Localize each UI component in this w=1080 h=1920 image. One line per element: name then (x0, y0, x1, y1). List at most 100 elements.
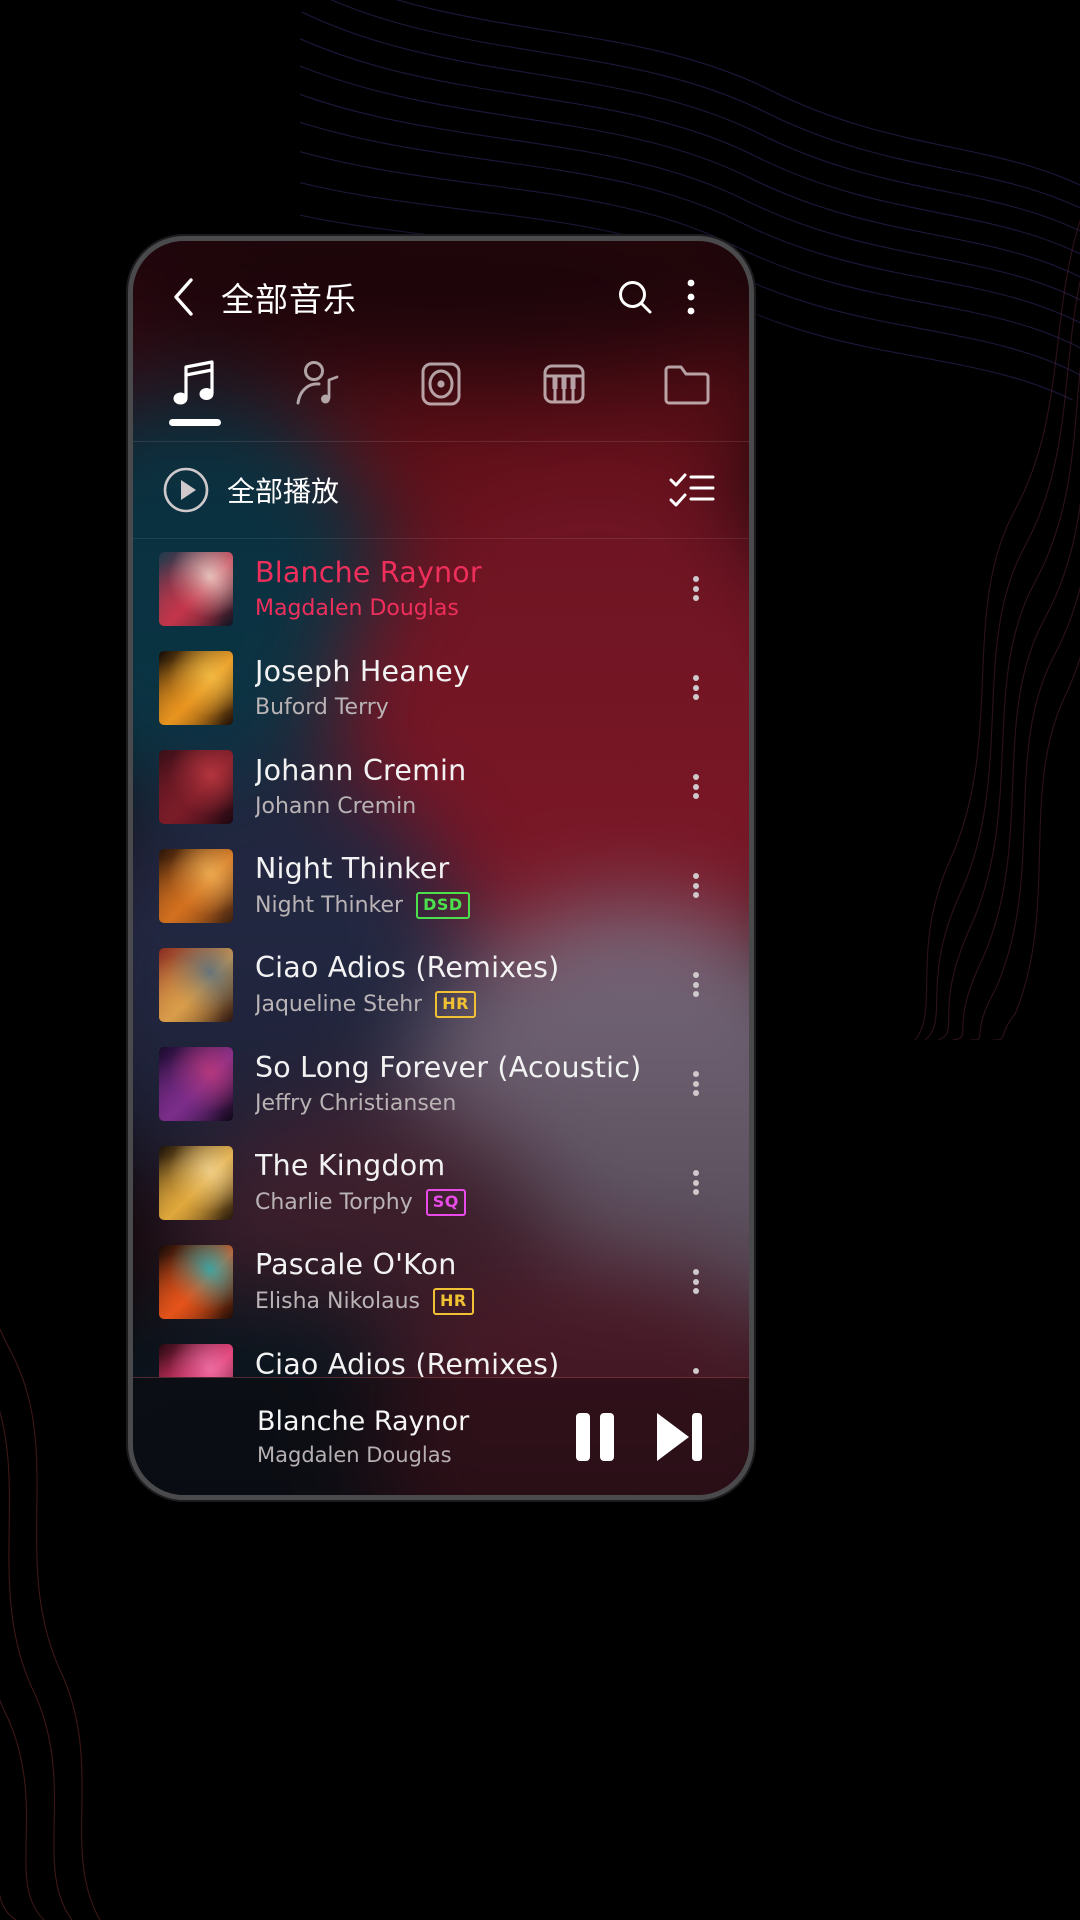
play-all-label: 全部播放 (227, 475, 340, 508)
track-title: Ciao Adios (Remixes) (255, 951, 560, 984)
track-artwork (159, 1244, 233, 1319)
track-title: Joseph Heaney (255, 655, 470, 688)
back-button[interactable] (161, 274, 207, 320)
track-artwork (159, 1343, 233, 1377)
track-subtitle-row: Charlie Torphy SQ (255, 1189, 669, 1216)
track-artist: Jeffry Christiansen (255, 1091, 457, 1116)
track-more-button[interactable] (669, 870, 723, 902)
track-row[interactable]: Ciao Adios (Remixes) Jaqueline Stehr HR (133, 935, 749, 1034)
checklist-icon (669, 473, 715, 507)
track-artwork (159, 650, 233, 725)
quality-badge: SQ (425, 1189, 466, 1216)
track-artist: Buford Terry (255, 695, 389, 720)
skip-next-icon (657, 1412, 702, 1461)
more-vertical-icon (693, 969, 699, 1001)
pause-icon (576, 1412, 614, 1461)
tab-indicator (415, 419, 467, 426)
now-playing-artist: Magdalen Douglas (257, 1443, 452, 1467)
track-more-button[interactable] (669, 1167, 723, 1199)
track-row[interactable]: Blanche Raynor Magdalen Douglas (133, 539, 749, 638)
track-more-button[interactable] (669, 1068, 723, 1100)
next-button[interactable] (637, 1395, 721, 1479)
track-title: Pascale O'Kon (255, 1248, 457, 1281)
page-title: 全部音乐 (221, 280, 357, 319)
track-artist: Night Thinker (255, 893, 404, 918)
track-artwork (159, 947, 233, 1022)
track-row[interactable]: Johann Cremin Johann Cremin (133, 737, 749, 836)
chevron-left-icon (174, 278, 193, 316)
search-button[interactable] (607, 269, 663, 325)
quality-badge: DSD (416, 892, 470, 919)
track-meta: Ciao Adios (Remixes)Willis Osinski (255, 1348, 669, 1377)
track-artwork (159, 1046, 233, 1121)
more-vertical-icon (693, 1167, 699, 1199)
track-subtitle-row: Johann Cremin (255, 794, 669, 819)
tab-artists[interactable] (256, 357, 379, 426)
folder-icon (661, 357, 713, 411)
track-row[interactable]: The Kingdom Charlie Torphy SQ (133, 1133, 749, 1232)
search-icon (619, 281, 652, 314)
tab-albums[interactable] (379, 357, 502, 426)
track-subtitle-row: Night Thinker DSD (255, 892, 669, 919)
track-title: The Kingdom (255, 1149, 446, 1182)
play-circle-icon (161, 465, 211, 515)
tab-indicator (661, 419, 713, 426)
track-title: Ciao Adios (Remixes) (255, 1348, 560, 1377)
multi-select-button[interactable] (665, 463, 719, 517)
track-subtitle-row: Buford Terry (255, 695, 669, 720)
now-playing-artwork[interactable] (159, 1400, 233, 1474)
overflow-menu-button[interactable] (663, 269, 719, 325)
track-more-button[interactable] (669, 672, 723, 704)
more-vertical-icon (693, 1266, 699, 1298)
pause-button[interactable] (553, 1395, 637, 1479)
mini-player[interactable]: Blanche Raynor Magdalen Douglas (133, 1377, 749, 1495)
track-more-button[interactable] (669, 1266, 723, 1298)
tab-bar (133, 353, 749, 441)
now-playing-title: Blanche Raynor (257, 1406, 470, 1437)
track-subtitle-row: Magdalen Douglas (255, 596, 669, 621)
music-note-icon (170, 357, 220, 411)
track-meta: Ciao Adios (Remixes) Jaqueline Stehr HR (255, 951, 669, 1018)
piano-keys-icon (539, 357, 589, 411)
tab-indicator (292, 419, 344, 426)
track-meta: The Kingdom Charlie Torphy SQ (255, 1149, 669, 1216)
track-more-button[interactable] (669, 969, 723, 1001)
track-artist: Jaqueline Stehr (255, 992, 423, 1017)
track-more-button[interactable] (669, 1365, 723, 1378)
track-title: Night Thinker (255, 852, 450, 885)
phone-frame: 全部音乐 全部播放 Blanche Raynor Magdalen Dougla… (128, 236, 754, 1500)
play-all-row[interactable]: 全部播放 (133, 442, 749, 538)
track-more-button[interactable] (669, 573, 723, 605)
tab-songs[interactable] (133, 357, 256, 426)
track-subtitle-row: Jaqueline Stehr HR (255, 991, 669, 1018)
track-row[interactable]: Pascale O'Kon Elisha Nikolaus HR (133, 1232, 749, 1331)
track-meta: Blanche Raynor Magdalen Douglas (255, 556, 669, 621)
tab-indicator (538, 419, 590, 426)
track-artwork (159, 1145, 233, 1220)
tab-folders[interactable] (626, 357, 749, 426)
more-vertical-icon (693, 870, 699, 902)
track-artist: Johann Cremin (255, 794, 417, 819)
tab-genres[interactable] (503, 357, 626, 426)
track-list[interactable]: Blanche Raynor Magdalen Douglas Joseph Hea… (133, 539, 749, 1377)
tab-indicator (168, 419, 221, 426)
more-vertical-icon (693, 672, 699, 704)
track-row[interactable]: Ciao Adios (Remixes)Willis Osinski (133, 1331, 749, 1377)
track-subtitle-row: Jeffry Christiansen (255, 1091, 669, 1116)
quality-badge: HR (435, 991, 476, 1018)
track-artwork (159, 749, 233, 824)
track-row[interactable]: So Long Forever (Acoustic) Jeffry Christi… (133, 1034, 749, 1133)
track-meta: Night Thinker Night Thinker DSD (255, 852, 669, 919)
more-vertical-icon (693, 573, 699, 605)
track-meta: So Long Forever (Acoustic) Jeffry Christi… (255, 1051, 669, 1116)
track-meta: Joseph Heaney Buford Terry (255, 655, 669, 720)
track-row[interactable]: Night Thinker Night Thinker DSD (133, 836, 749, 935)
more-vertical-icon (693, 771, 699, 803)
more-vertical-icon (687, 279, 695, 315)
album-disc-icon (416, 357, 466, 411)
track-artist: Magdalen Douglas (255, 596, 459, 621)
track-row[interactable]: Joseph Heaney Buford Terry (133, 638, 749, 737)
track-more-button[interactable] (669, 771, 723, 803)
now-playing-meta: Blanche Raynor Magdalen Douglas (257, 1406, 553, 1467)
more-vertical-icon (693, 1068, 699, 1100)
